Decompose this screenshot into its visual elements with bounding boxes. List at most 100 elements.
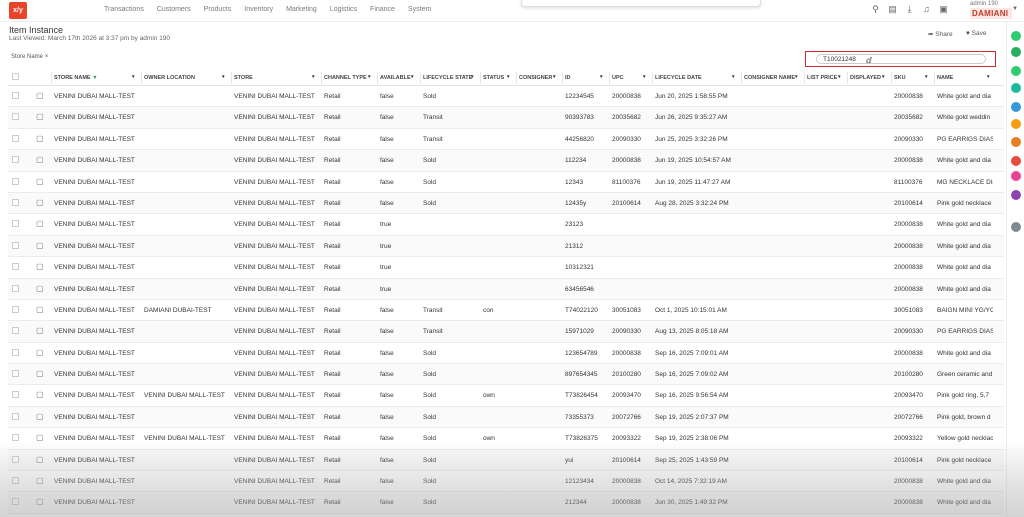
column-header-consigner-name[interactable]: CONSIGNER NAME xyxy=(744,75,795,81)
column-divider[interactable] xyxy=(847,72,848,84)
filter-icon[interactable]: ▼ xyxy=(91,75,97,81)
column-divider[interactable] xyxy=(652,72,653,84)
column-header-owner-location[interactable]: OWNER LOCATION xyxy=(144,75,195,81)
comment-icon[interactable]: ▢ xyxy=(36,327,44,335)
comment-icon[interactable]: ▢ xyxy=(36,455,44,464)
sort-menu-icon[interactable]: ▾ xyxy=(132,74,135,80)
user-menu[interactable]: admin 190 DAMIANI xyxy=(970,0,1012,19)
comment-icon[interactable]: ▢ xyxy=(36,92,44,100)
sort-menu-icon[interactable]: ▾ xyxy=(368,74,371,80)
row-checkbox[interactable] xyxy=(12,391,19,399)
table-row[interactable]: ▢ VENINI DUBAI MALL-TEST VENINI DUBAI MALL… xyxy=(8,278,1004,300)
column-header-id[interactable]: ID xyxy=(565,75,571,81)
grid-icon[interactable] xyxy=(1011,102,1021,112)
column-divider[interactable] xyxy=(141,72,142,84)
sort-menu-icon[interactable]: ▾ xyxy=(312,74,315,80)
sort-menu-icon[interactable]: ▾ xyxy=(795,74,798,80)
column-divider[interactable] xyxy=(321,72,322,84)
table-row[interactable]: ▢ VENINI DUBAI MALL-TEST VENINI DUBAI MALL… xyxy=(8,129,1004,151)
table-row[interactable]: ▢ VENINI DUBAI MALL-TEST VENINI DUBAI MALL… xyxy=(8,192,1004,215)
chat-icon[interactable] xyxy=(1011,31,1021,41)
table-row[interactable]: ▢ VENINI DUBAI MALL-TEST VENINI DUBAI MALL… xyxy=(8,406,1004,429)
column-divider[interactable] xyxy=(804,72,805,84)
row-checkbox[interactable] xyxy=(12,92,19,99)
table-row[interactable]: ▢ VENINI DUBAI MALL-TEST VENINI DUBAI MALL… xyxy=(8,107,1004,129)
column-divider[interactable] xyxy=(51,72,52,84)
table-row[interactable]: ▢ VENINI DUBAI MALL-TEST VENINI DUBAI MALL… xyxy=(8,172,1004,193)
nav-finance[interactable]: Finance xyxy=(370,6,395,13)
row-checkbox[interactable] xyxy=(12,412,19,420)
filter-chip[interactable]: Store Name × xyxy=(11,54,48,60)
column-divider[interactable] xyxy=(891,72,892,84)
sort-menu-icon[interactable]: ▾ xyxy=(987,74,990,80)
table-row[interactable]: ▢ VENINI DUBAI MALL-TEST VENINI DUBAI MALL… xyxy=(8,449,1004,472)
comment-icon[interactable]: ▢ xyxy=(36,263,44,271)
table-row[interactable]: ▢ VENINI DUBAI MALL-TEST VENINI DUBAI MALL… xyxy=(8,235,1004,258)
column-header-lifecycle-date[interactable]: LIFECYCLE DATE xyxy=(655,75,702,81)
sort-menu-icon[interactable]: ▾ xyxy=(732,74,735,80)
table-row[interactable]: ▢ VENINI DUBAI MALL-TEST DAMIANI DUBAI-TES… xyxy=(8,300,1004,322)
chevron-down-icon[interactable]: ▼ xyxy=(1012,6,1018,12)
comment-icon[interactable]: ▢ xyxy=(36,177,44,186)
comment-icon[interactable]: ▢ xyxy=(36,241,44,250)
row-checkbox[interactable] xyxy=(12,455,19,463)
table-row[interactable]: ▢ VENINI DUBAI MALL-TEST VENINI DUBAI MALL… xyxy=(8,321,1004,343)
column-divider[interactable] xyxy=(480,72,481,84)
column-divider[interactable] xyxy=(377,72,378,84)
tag-icon[interactable] xyxy=(1011,171,1021,181)
column-divider[interactable] xyxy=(741,72,742,84)
column-divider[interactable] xyxy=(609,72,610,84)
comment-icon[interactable]: ▢ xyxy=(36,284,44,293)
search-input[interactable]: T10021248 xyxy=(816,54,986,64)
row-checkbox[interactable] xyxy=(12,348,19,356)
nav-logistics[interactable]: Logistics xyxy=(330,6,357,13)
sort-menu-icon[interactable]: ▾ xyxy=(471,74,474,80)
comment-icon[interactable]: ▢ xyxy=(36,134,44,143)
column-divider[interactable] xyxy=(562,72,563,84)
row-checkbox[interactable] xyxy=(12,434,19,442)
row-checkbox[interactable] xyxy=(12,284,19,292)
select-all-checkbox[interactable] xyxy=(12,73,19,80)
row-checkbox[interactable] xyxy=(12,477,19,485)
comment-icon[interactable]: ▢ xyxy=(36,113,44,121)
row-checkbox[interactable] xyxy=(12,370,19,378)
sort-menu-icon[interactable]: ▾ xyxy=(411,74,414,80)
sort-menu-icon[interactable]: ▾ xyxy=(553,74,556,80)
comment-icon[interactable]: ▢ xyxy=(36,305,44,314)
table-row[interactable]: ▢ VENINI DUBAI MALL-TEST VENINI DUBAI MALL… xyxy=(8,428,1004,450)
table-row[interactable]: ▢ VENINI DUBAI MALL-TEST VENINI DUBAI MALL… xyxy=(8,385,1004,407)
column-header-store-name[interactable]: STORE NAME ▼ xyxy=(54,75,98,81)
column-header-name[interactable]: NAME xyxy=(937,75,953,81)
settings-icon[interactable] xyxy=(1011,222,1021,232)
row-checkbox[interactable] xyxy=(12,198,19,206)
comment-icon[interactable]: ▢ xyxy=(36,477,44,485)
column-divider[interactable] xyxy=(934,72,935,84)
nav-products[interactable]: Products xyxy=(204,6,232,13)
comment-icon[interactable]: ▢ xyxy=(36,156,44,164)
nav-inventory[interactable]: Inventory xyxy=(244,6,273,13)
comment-icon[interactable]: ▢ xyxy=(36,434,44,442)
column-header-sku[interactable]: SKU xyxy=(894,75,906,81)
calendar-icon[interactable] xyxy=(1011,156,1021,166)
comment-icon[interactable]: ▢ xyxy=(36,348,44,357)
column-header-consigner[interactable]: CONSIGNER xyxy=(519,75,552,81)
comment-icon[interactable]: ▢ xyxy=(36,412,44,421)
table-row[interactable]: ▢ VENINI DUBAI MALL-TEST VENINI DUBAI MALL… xyxy=(8,492,1004,514)
column-header-lifecycle-state[interactable]: LIFECYCLE STATE xyxy=(423,75,472,81)
row-checkbox[interactable] xyxy=(12,327,19,335)
comment-icon[interactable]: ▢ xyxy=(36,370,44,378)
table-row[interactable]: ▢ VENINI DUBAI MALL-TEST VENINI DUBAI MALL… xyxy=(8,86,1004,108)
cloud-icon[interactable] xyxy=(1011,137,1021,147)
row-checkbox[interactable] xyxy=(12,263,19,271)
column-header-channel-type[interactable]: CHANNEL TYPE xyxy=(324,75,367,81)
comment-icon[interactable]: ▢ xyxy=(36,198,44,207)
inbox-icon[interactable]: ▣ xyxy=(938,4,949,15)
app-logo[interactable]: x/y xyxy=(9,2,27,19)
row-checkbox[interactable] xyxy=(12,113,19,121)
table-row[interactable]: ▢ VENINI DUBAI MALL-TEST VENINI DUBAI MALL… xyxy=(8,150,1004,172)
sort-menu-icon[interactable]: ▾ xyxy=(600,74,603,80)
save-button[interactable]: ♥ Save xyxy=(966,30,987,37)
ticket-icon[interactable] xyxy=(1011,83,1021,93)
row-checkbox[interactable] xyxy=(12,305,19,313)
table-row[interactable]: ▢ VENINI DUBAI MALL-TEST VENINI DUBAI MALL… xyxy=(8,343,1004,365)
